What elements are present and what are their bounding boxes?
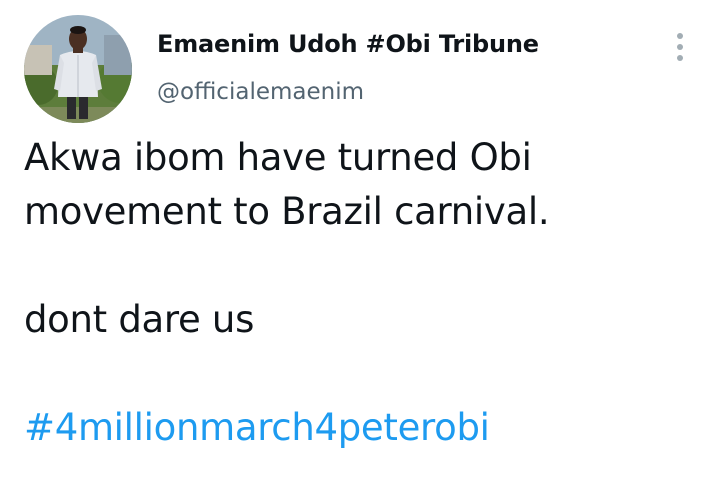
author-handle[interactable]: @officialemaenim xyxy=(157,79,364,105)
tweet-line: dont dare us xyxy=(24,298,255,341)
tweet-card: Emaenim Udoh #Obi Tribune @officialemaen… xyxy=(0,0,720,482)
more-options-icon[interactable] xyxy=(668,30,692,64)
avatar[interactable] xyxy=(24,15,132,123)
tweet-line: Akwa ibom have turned Obi xyxy=(24,136,532,179)
author-display-name[interactable]: Emaenim Udoh #Obi Tribune xyxy=(157,30,539,58)
tweet-text: Akwa ibom have turned Obi movement to Br… xyxy=(24,131,704,455)
hashtag-link[interactable]: #4millionmarch4peterobi xyxy=(24,401,704,455)
profile-photo-icon xyxy=(24,15,132,123)
tweet-line: movement to Brazil carnival. xyxy=(24,190,550,233)
